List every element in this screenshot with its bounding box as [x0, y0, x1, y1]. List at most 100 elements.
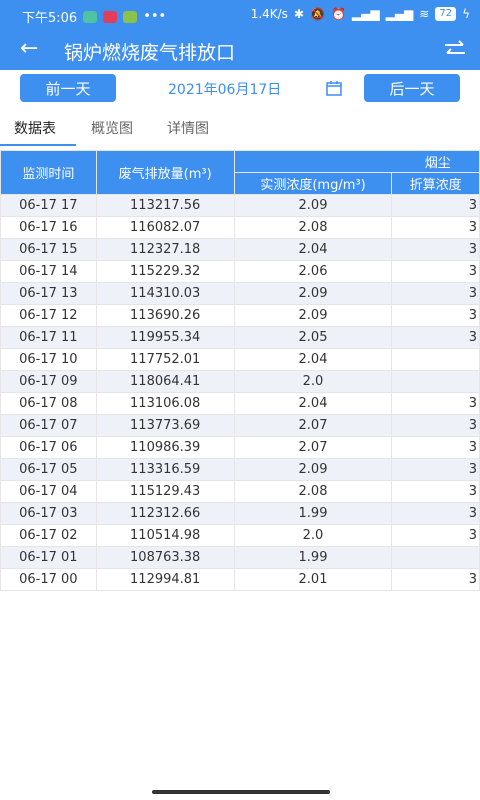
- calendar-icon[interactable]: [326, 80, 342, 96]
- cell-exhaust-volume: 113217.56: [95, 194, 235, 217]
- cell-measured: 2.08: [233, 216, 393, 239]
- cell-time: 06-17 09: [0, 370, 97, 393]
- cell-time: 06-17 03: [0, 502, 97, 525]
- cell-exhaust-volume: 113773.69: [95, 414, 235, 437]
- cell-converted: [391, 348, 480, 371]
- cell-time: 06-17 00: [0, 568, 97, 591]
- cell-time: 06-17 05: [0, 458, 97, 481]
- signal-icon: ▂▄▆: [351, 7, 380, 21]
- cell-exhaust-volume: 116082.07: [95, 216, 235, 239]
- header-monitor-time: 监测时间: [0, 150, 97, 195]
- cell-time: 06-17 15: [0, 238, 97, 261]
- table-row: 06-17 13 114310.03 2.09 3: [0, 282, 480, 305]
- cell-converted: 3: [391, 480, 480, 503]
- network-speed: 1.4K/s: [250, 7, 288, 21]
- table-row: 06-17 11 119955.34 2.05 3: [0, 326, 480, 349]
- table-row: 06-17 07 113773.69 2.07 3: [0, 414, 480, 437]
- cell-time: 06-17 07: [0, 414, 97, 437]
- cell-converted: 3: [391, 414, 480, 437]
- cell-converted: 3: [391, 326, 480, 349]
- cell-exhaust-volume: 112312.66: [95, 502, 235, 525]
- cell-exhaust-volume: 118064.41: [95, 370, 235, 393]
- battery-icon: 72: [435, 7, 457, 21]
- table-row: 06-17 01 108763.38 1.99: [0, 546, 480, 569]
- table-row: 06-17 17 113217.56 2.09 3: [0, 194, 480, 217]
- app-notification-icon: [83, 10, 98, 23]
- cell-time: 06-17 13: [0, 282, 97, 305]
- cell-exhaust-volume: 119955.34: [95, 326, 235, 349]
- cell-exhaust-volume: 112327.18: [95, 238, 235, 261]
- back-arrow-icon[interactable]: ←: [20, 36, 38, 61]
- cell-converted: 3: [391, 568, 480, 591]
- selected-date[interactable]: 2021年06月17日: [168, 79, 281, 99]
- switch-icon[interactable]: [442, 36, 468, 62]
- tab-detail-chart[interactable]: 详情图: [167, 118, 209, 138]
- cell-measured: 2.01: [233, 568, 393, 591]
- header-exhaust-volume: 废气排放量(m³): [95, 150, 235, 195]
- cell-time: 06-17 02: [0, 524, 97, 547]
- app-bar: ← 锅炉燃烧废气排放口: [0, 30, 480, 70]
- active-tab-indicator: [0, 144, 76, 146]
- cell-time: 06-17 10: [0, 348, 97, 371]
- cell-time: 06-17 08: [0, 392, 97, 415]
- cell-measured: 2.06: [233, 260, 393, 283]
- alarm-icon: ⏰: [330, 7, 346, 21]
- cell-measured: 2.09: [233, 458, 393, 481]
- cell-converted: 3: [391, 392, 480, 415]
- data-table: 监测时间 废气排放量(m³) 烟尘 实测浓度(mg/m³) 折算浓度 06-17…: [0, 150, 480, 591]
- app-notification-icon: [123, 10, 138, 23]
- cell-time: 06-17 11: [0, 326, 97, 349]
- cell-measured: 2.09: [233, 282, 393, 305]
- table-row: 06-17 03 112312.66 1.99 3: [0, 502, 480, 525]
- header-converted-concentration: 折算浓度: [391, 172, 480, 195]
- cell-measured: 2.04: [233, 392, 393, 415]
- cell-time: 06-17 06: [0, 436, 97, 459]
- cell-converted: 3: [391, 194, 480, 217]
- bluetooth-icon: ✱: [293, 7, 304, 21]
- cell-converted: 3: [391, 238, 480, 261]
- app-notification-icon: [103, 10, 118, 23]
- cell-exhaust-volume: 115229.32: [95, 260, 235, 283]
- cell-exhaust-volume: 113690.26: [95, 304, 235, 327]
- cell-measured: 2.0: [233, 370, 393, 393]
- cell-measured: 2.05: [233, 326, 393, 349]
- cell-time: 06-17 12: [0, 304, 97, 327]
- status-time: 下午5:06: [22, 11, 78, 26]
- cell-converted: 3: [391, 260, 480, 283]
- cell-exhaust-volume: 112994.81: [95, 568, 235, 591]
- cell-measured: 2.04: [233, 348, 393, 371]
- cell-measured: 2.07: [233, 436, 393, 459]
- cell-converted: 3: [391, 524, 480, 547]
- home-indicator[interactable]: [152, 790, 330, 794]
- tab-bar: 数据表 概览图 详情图: [0, 112, 480, 146]
- header-measured-concentration: 实测浓度(mg/m³): [233, 172, 393, 195]
- cell-converted: 3: [391, 216, 480, 239]
- cell-measured: 2.09: [233, 304, 393, 327]
- cell-converted: 3: [391, 458, 480, 481]
- table-row: 06-17 08 113106.08 2.04 3: [0, 392, 480, 415]
- next-day-button[interactable]: 后一天: [364, 74, 460, 102]
- cell-time: 06-17 16: [0, 216, 97, 239]
- wifi-icon: ≋: [419, 7, 430, 21]
- table-row: 06-17 06 110986.39 2.07 3: [0, 436, 480, 459]
- cell-converted: 3: [391, 282, 480, 305]
- cell-time: 06-17 01: [0, 546, 97, 569]
- cell-converted: [391, 370, 480, 393]
- cell-exhaust-volume: 117752.01: [95, 348, 235, 371]
- tab-overview-chart[interactable]: 概览图: [91, 118, 133, 138]
- cell-exhaust-volume: 113316.59: [95, 458, 235, 481]
- signal-icon: ▂▄▆: [385, 7, 414, 21]
- table-row: 06-17 00 112994.81 2.01 3: [0, 568, 480, 591]
- table-row: 06-17 12 113690.26 2.09 3: [0, 304, 480, 327]
- mute-icon: 🔕: [310, 7, 325, 21]
- cell-measured: 2.09: [233, 194, 393, 217]
- cell-exhaust-volume: 113106.08: [95, 392, 235, 415]
- date-bar: 前一天 2021年06月17日 后一天: [0, 70, 480, 110]
- tab-data-table[interactable]: 数据表: [14, 118, 56, 138]
- prev-day-button[interactable]: 前一天: [20, 74, 116, 102]
- table-row: 06-17 02 110514.98 2.0 3: [0, 524, 480, 547]
- table-row: 06-17 14 115229.32 2.06 3: [0, 260, 480, 283]
- cell-measured: 2.0: [233, 524, 393, 547]
- table-row: 06-17 16 116082.07 2.08 3: [0, 216, 480, 239]
- table-row: 06-17 04 115129.43 2.08 3: [0, 480, 480, 503]
